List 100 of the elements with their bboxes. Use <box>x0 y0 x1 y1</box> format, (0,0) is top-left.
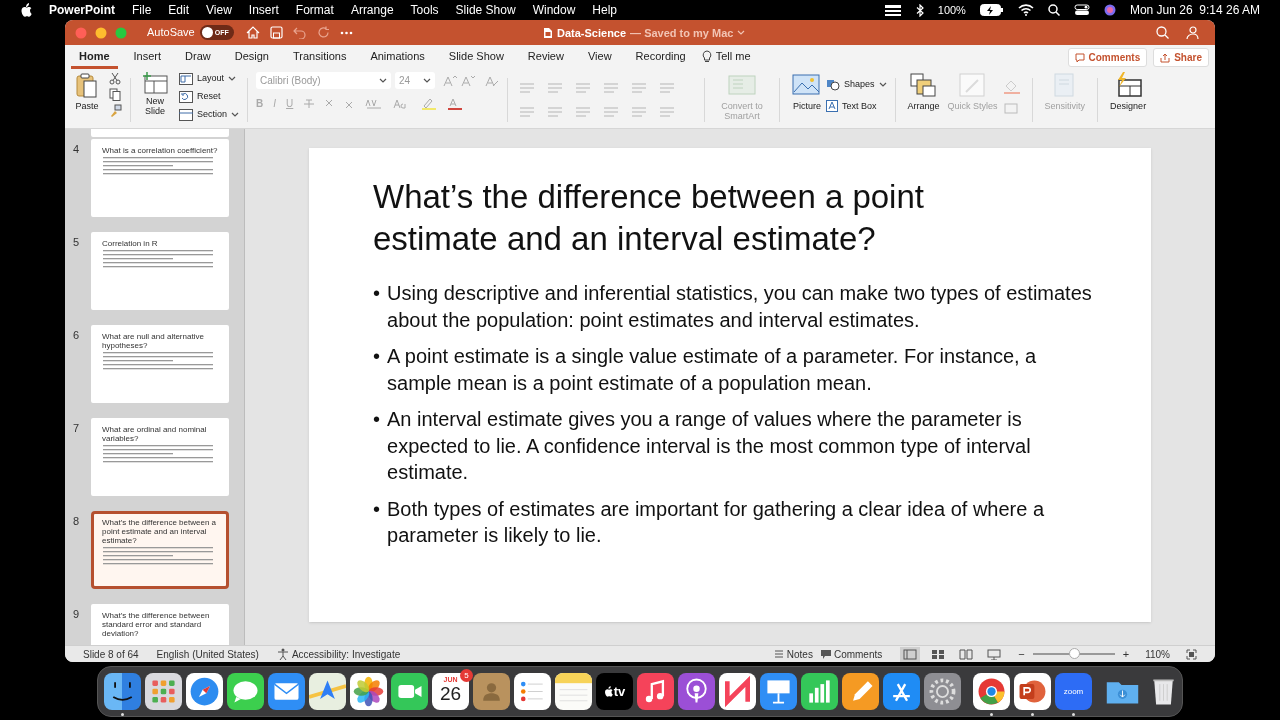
checklist-icon[interactable] <box>514 673 551 710</box>
zoom-slider-thumb[interactable] <box>1068 648 1080 659</box>
menu-item[interactable]: Tools <box>410 1 439 19</box>
ribbon-button[interactable]: Designer <box>1106 72 1151 128</box>
window-controls-icon[interactable] <box>75 26 127 39</box>
menu-item[interactable]: View <box>206 1 232 19</box>
shapes-icon <box>826 78 841 91</box>
ribbon-tab[interactable]: Slide Show <box>440 47 512 69</box>
flower-icon[interactable] <box>350 673 387 710</box>
podium-icon[interactable] <box>760 673 797 710</box>
tell-me-search[interactable]: Tell me <box>715 48 751 65</box>
new-slide-button[interactable]: New Slide <box>139 72 171 116</box>
slide-command-button[interactable]: Layout <box>179 72 240 86</box>
slide-thumbnail[interactable]: What’s the difference between standard error and standard deviation? <box>91 604 229 645</box>
slide-thumbnail[interactable]: What are null and alternative hypotheses? <box>91 325 229 403</box>
bullet-text: Using descriptive and inferential statistics, you can make two types of estimates about the population: point estimates and interval estimates. <box>387 281 1093 333</box>
bullet-symbol: • <box>373 344 380 369</box>
slide-thumbnail[interactable]: What is a correlation coefficient? <box>91 139 229 217</box>
shapes-button[interactable]: Shapes <box>826 78 887 92</box>
account-icon[interactable] <box>1185 25 1199 40</box>
language-status[interactable]: English (United States) <box>156 646 259 662</box>
menu-item[interactable]: File <box>132 1 152 19</box>
ribbon-tab[interactable]: Animations <box>362 47 433 69</box>
display-menu-icon[interactable] <box>883 4 902 16</box>
text-box-button[interactable]: Text Box <box>826 99 887 113</box>
menu-item[interactable]: Window <box>532 1 576 19</box>
comments-button[interactable]: Comments <box>820 646 883 662</box>
pencil-icon[interactable] <box>842 673 879 710</box>
fit-to-window-icon[interactable] <box>1186 648 1197 660</box>
address-book-icon[interactable] <box>473 673 510 710</box>
comments-button[interactable]: Comments <box>1067 48 1148 67</box>
zoom-in-button[interactable]: + <box>1122 645 1130 662</box>
ribbon-tab[interactable]: Review <box>519 47 572 69</box>
control-center-icon[interactable] <box>1073 4 1090 16</box>
ribbon-tab[interactable]: Transitions <box>285 47 355 69</box>
search-icon[interactable] <box>1047 4 1060 16</box>
menu-bar-clock[interactable]: Mon Jun 26 9:14 26 AM <box>1129 1 1260 19</box>
ribbon-tab[interactable]: Home <box>71 47 118 69</box>
slide-command-button[interactable]: Section <box>179 108 240 122</box>
view-button[interactable] <box>900 646 921 662</box>
home-icon[interactable] <box>245 26 260 39</box>
bullet-text: Both types of estimates are important for gathering a clear idea of where a parameter is likely to lie. <box>387 496 1046 548</box>
news-icon[interactable] <box>719 673 756 710</box>
ribbon-tab[interactable]: Recording <box>627 47 694 69</box>
menu-item[interactable]: Slide Show <box>455 1 516 19</box>
calendar-day: 26 <box>439 684 462 704</box>
menu-item[interactable]: Help <box>592 1 617 19</box>
slide-thumbnail[interactable]: What’s the difference between a point estimate and an interval estimate? <box>91 511 229 589</box>
bluetooth-icon[interactable] <box>915 3 924 17</box>
save-icon[interactable] <box>269 26 283 39</box>
apple-logo-icon[interactable] <box>20 3 32 17</box>
podcast-icon[interactable] <box>678 673 715 710</box>
tv-app-icon[interactable]: tv <box>596 673 633 710</box>
caret-icon[interactable] <box>737 30 746 37</box>
app-menu[interactable]: PowerPoint <box>49 1 115 19</box>
envelope-icon[interactable] <box>268 673 305 710</box>
video-camera-icon[interactable] <box>391 673 428 710</box>
speech-bubble-icon[interactable] <box>227 673 264 710</box>
wifi-icon[interactable] <box>1017 4 1034 16</box>
accessibility-button[interactable]: Accessibility: Investigate <box>276 646 401 662</box>
slide-thumbnail[interactable]: What are ordinal and nominal variables? <box>91 418 229 496</box>
menu-item[interactable]: Edit <box>168 1 190 19</box>
video-meeting-app-icon[interactable]: zoom <box>1055 673 1092 710</box>
menu-item[interactable]: Format <box>295 1 334 19</box>
presentation-app-icon[interactable] <box>1014 673 1051 710</box>
slide-command-button[interactable]: Reset <box>179 90 240 104</box>
map-icon[interactable] <box>309 673 346 710</box>
notes-button[interactable]: Notes <box>773 646 813 662</box>
letter-a-app-icon[interactable] <box>883 673 920 710</box>
music-note-icon[interactable] <box>637 673 674 710</box>
ribbon-tab[interactable]: Design <box>226 47 277 69</box>
gear-icon[interactable] <box>924 673 961 710</box>
format-painter-icon[interactable] <box>109 104 122 117</box>
slide-thumbnail[interactable]: Correlation in R <box>91 232 229 310</box>
quick-styles-icon <box>957 72 988 98</box>
ribbon-tab[interactable]: Insert <box>125 47 170 69</box>
scissors-icon[interactable] <box>109 72 121 85</box>
more-icon[interactable] <box>339 30 353 35</box>
ribbon-tab[interactable]: Draw <box>177 47 219 69</box>
menu-item[interactable]: Arrange <box>350 1 394 19</box>
paste-button[interactable]: Paste <box>71 72 103 114</box>
battery-charging-icon[interactable] <box>979 4 1004 16</box>
zoom-percentage[interactable]: 110% <box>1145 646 1170 662</box>
notepad-icon[interactable] <box>555 673 592 710</box>
document-title[interactable]: Data-Science <box>557 25 627 42</box>
zoom-out-button[interactable]: − <box>1018 645 1025 662</box>
font-color-icon[interactable] <box>447 97 464 110</box>
ribbon-button[interactable]: Picture <box>788 72 827 128</box>
ribbon-button[interactable]: Arrange <box>903 72 944 128</box>
slide-counter: Slide 8 of 64 <box>83 647 139 662</box>
bar-chart-icon[interactable] <box>801 673 838 710</box>
ribbon-tab[interactable]: View <box>579 47 620 69</box>
menu-item[interactable]: Insert <box>248 1 279 19</box>
copy-icon[interactable] <box>109 88 121 101</box>
share-button[interactable]: Share <box>1153 48 1209 67</box>
siri-icon[interactable] <box>1103 4 1116 16</box>
compass-icon[interactable] <box>186 673 223 710</box>
app-grid-icon[interactable] <box>145 673 182 710</box>
lightbulb-icon[interactable] <box>701 50 712 63</box>
smiley-face-icon[interactable] <box>104 673 141 710</box>
